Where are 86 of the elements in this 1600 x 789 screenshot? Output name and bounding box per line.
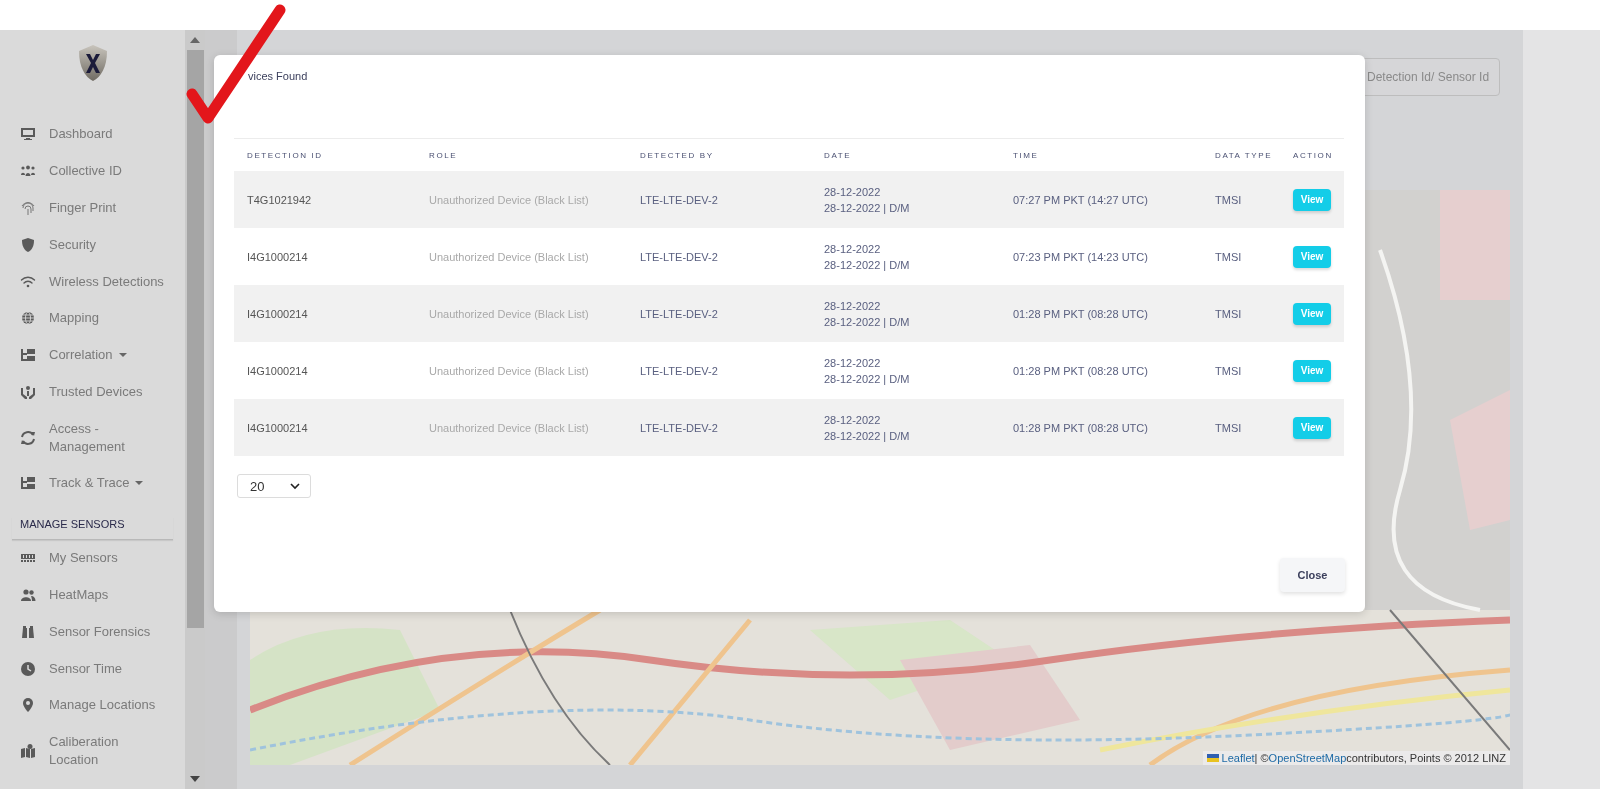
monitor-icon [20, 126, 36, 143]
sidebar-item[interactable]: Caliberation Location [0, 723, 185, 779]
table-cell: TMSI [1202, 228, 1280, 285]
scrollbar-thumb[interactable] [186, 50, 204, 628]
page-size-select[interactable]: 20 [237, 474, 311, 498]
clock-icon [20, 660, 36, 677]
sidebar-item[interactable]: My Sensors [0, 539, 185, 577]
table-cell-text: 28-12-2022 [824, 184, 882, 200]
table-cell-text: 28-12-2022 [824, 241, 882, 257]
scrollbar[interactable] [185, 30, 205, 789]
caret-icon [118, 353, 127, 358]
flag-icon [1206, 754, 1219, 762]
sidebar-item[interactable]: Security [0, 226, 185, 264]
sidebar-item[interactable]: Sensor Forensics [0, 613, 185, 651]
openstreetmap-link[interactable]: OpenStreetMap [1268, 752, 1347, 764]
table-cell: TMSI [1202, 171, 1280, 228]
table-cell: 01:28 PM PKT (08:28 UTC) [1000, 342, 1202, 399]
modal-title: vices Found [248, 69, 308, 83]
sidebar-item[interactable]: Wireless Detections [0, 263, 185, 300]
table-cell-text: 28-12-2022 [824, 355, 882, 371]
table-cell: LTE-LTE-DEV-2 [627, 171, 811, 228]
sidebar-item[interactable]: Trusted Devices [0, 373, 185, 411]
section-heading: MANAGE SENSORS [12, 516, 173, 540]
table-cell: Unauthorized Device (Black List) [416, 171, 627, 228]
attribution-separator: | © [1254, 752, 1269, 764]
chevron-down-icon [290, 482, 300, 490]
table-cell: TMSI [1202, 285, 1280, 342]
table-cell: 01:28 PM PKT (08:28 UTC) [1000, 285, 1202, 342]
table-cell-text: 28-12-2022 | D/M [824, 314, 911, 330]
sidebar-item[interactable]: Manage Locations [0, 686, 185, 724]
table-cell: LTE-LTE-DEV-2 [627, 342, 811, 399]
table-cell: I4G1000214 [234, 399, 416, 456]
sidebar-item[interactable]: Correlation [0, 336, 185, 374]
table-cell-text: 28-12-2022 | D/M [824, 428, 911, 444]
table-cell: Unauthorized Device (Black List) [416, 399, 627, 456]
hierarchy-icon [20, 347, 36, 364]
users-icon [20, 587, 36, 603]
sidebar-item[interactable]: Sensor Time [0, 650, 185, 687]
table-cell-text: 28-12-2022 | D/M [824, 200, 911, 216]
table-cell: TMSI [1202, 399, 1280, 456]
leaflet-link[interactable]: Leaflet [1221, 752, 1255, 764]
sidebar-item[interactable]: Access - Management [0, 410, 185, 466]
sidebar-item[interactable]: Dashboard [0, 116, 185, 153]
fingerprint-icon [20, 199, 36, 216]
table-cell: Unauthorized Device (Black List) [416, 228, 627, 285]
attribution-credit: contributors, Points © 2012 LINZ [1346, 752, 1506, 764]
caret-icon [135, 481, 144, 486]
hands-icon [20, 383, 36, 400]
hierarchy-icon [20, 475, 36, 492]
table-cell-text: 28-12-2022 [824, 412, 882, 428]
view-button[interactable]: View [1293, 245, 1331, 268]
scroll-down-icon[interactable] [190, 776, 200, 782]
globe-icon [20, 310, 36, 327]
table-cell: TMSI [1202, 342, 1280, 399]
sidebar-item[interactable]: HeatMaps [0, 576, 185, 614]
scroll-up-icon[interactable] [190, 37, 200, 43]
table-cell: I4G1000214 [234, 285, 416, 342]
table-cell: LTE-LTE-DEV-2 [627, 285, 811, 342]
table-cell: I4G1000214 [234, 342, 416, 399]
table-cell: LTE-LTE-DEV-2 [627, 228, 811, 285]
view-button[interactable]: View [1293, 188, 1331, 211]
table-cell: Unauthorized Device (Black List) [416, 285, 627, 342]
binoculars-icon [20, 623, 36, 640]
shield-icon [20, 236, 36, 253]
view-button[interactable]: View [1293, 302, 1331, 325]
sidebar-item[interactable]: Finger Print [0, 189, 185, 227]
table-cell-text: 28-12-2022 | D/M [824, 257, 911, 273]
view-button[interactable]: View [1293, 359, 1331, 382]
table-cell: 07:23 PM PKT (14:23 UTC) [1000, 228, 1202, 285]
table-cell: Unauthorized Device (Black List) [416, 342, 627, 399]
close-button[interactable]: Close [1280, 558, 1345, 592]
map-pin-icon [20, 743, 36, 760]
table-cell: I4G1000214 [234, 228, 416, 285]
table-cell-text: 28-12-2022 | D/M [824, 371, 911, 387]
pin-icon [20, 697, 36, 714]
view-button[interactable]: View [1293, 416, 1331, 439]
sidebar-item[interactable]: Track & Trace [0, 465, 185, 502]
shield-logo-icon [78, 45, 107, 81]
table-cell: 07:27 PM PKT (14:27 UTC) [1000, 171, 1202, 228]
sidebar-item[interactable]: Mapping [0, 299, 185, 337]
table-cell: 01:28 PM PKT (08:28 UTC) [1000, 399, 1202, 456]
swap-icon [20, 429, 36, 446]
table-cell-text: 28-12-2022 [824, 298, 882, 314]
table-cell: T4G1021942 [234, 171, 416, 228]
sidebar-item[interactable]: Collective ID [0, 152, 185, 190]
table-cell: LTE-LTE-DEV-2 [627, 399, 811, 456]
